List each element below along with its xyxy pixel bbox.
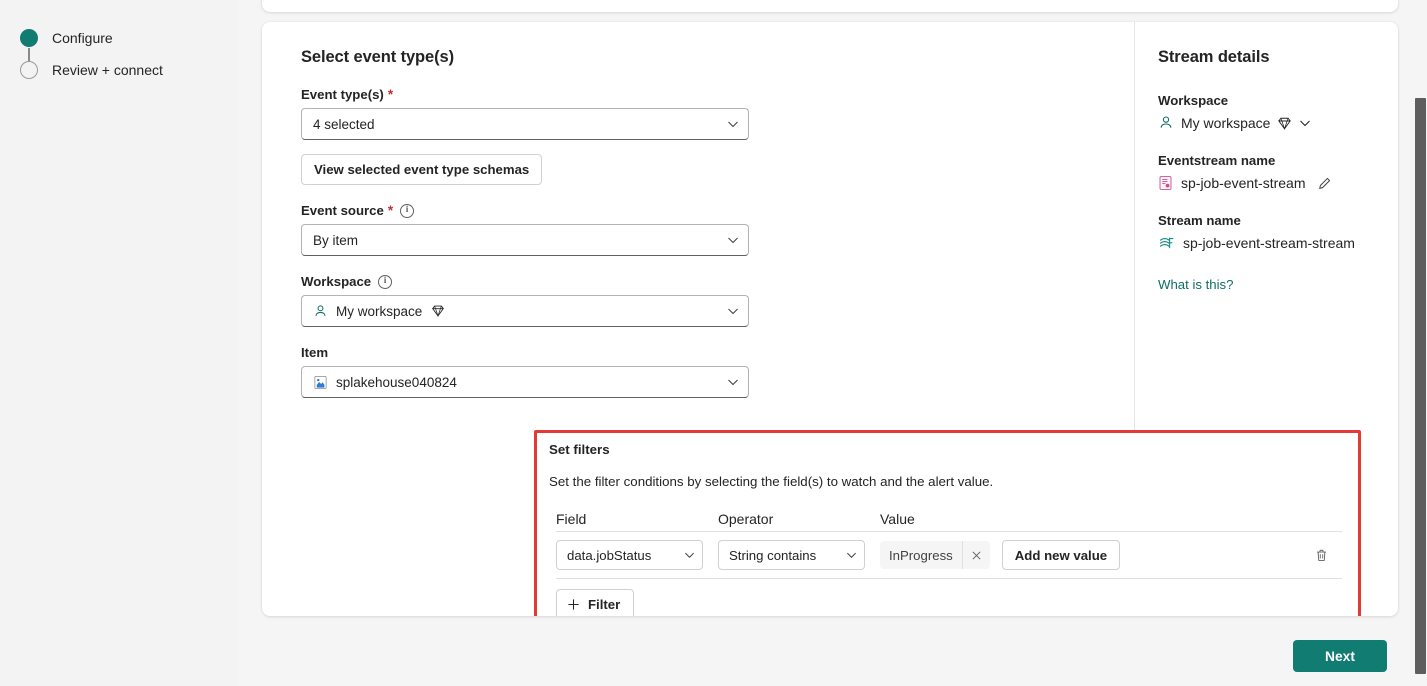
set-filters-panel: Set filters Set the filter conditions by… bbox=[534, 430, 1361, 616]
detail-value-stream-name: sp-job-event-stream-stream bbox=[1158, 235, 1398, 251]
chevron-down-icon bbox=[727, 305, 739, 317]
filters-table: Field Operator Value data.jobStatus Stri… bbox=[556, 506, 1342, 616]
detail-workspace: Workspace My workspace bbox=[1158, 93, 1398, 131]
content-area: Select event type(s) Event type(s) * 4 s… bbox=[238, 0, 1427, 686]
required-asterisk: * bbox=[387, 203, 394, 218]
field-label-text: Workspace bbox=[301, 274, 372, 289]
field-label-text: Event source bbox=[301, 203, 384, 218]
filters-table-header: Field Operator Value bbox=[556, 506, 1342, 532]
set-filters-title: Set filters bbox=[549, 442, 610, 457]
info-icon[interactable]: i bbox=[400, 203, 415, 218]
filter-field-value: data.jobStatus bbox=[567, 547, 652, 563]
previous-card-partial bbox=[262, 0, 1398, 12]
next-button[interactable]: Next bbox=[1293, 640, 1387, 672]
item-label: Item bbox=[301, 345, 1134, 360]
edit-pencil-icon[interactable] bbox=[1317, 176, 1332, 191]
add-filter-row: Filter bbox=[556, 579, 1342, 616]
premium-diamond-icon bbox=[1277, 116, 1292, 131]
event-types-dropdown[interactable]: 4 selected bbox=[301, 108, 749, 140]
detail-eventstream: Eventstream name sp-job-event-stream bbox=[1158, 153, 1398, 191]
view-selected-event-type-schemas-button[interactable]: View selected event type schemas bbox=[301, 154, 543, 185]
detail-value-eventstream: sp-job-event-stream bbox=[1158, 175, 1398, 191]
chevron-down-icon bbox=[846, 550, 857, 561]
wizard-step-label: Configure bbox=[52, 30, 113, 46]
event-types-value: 4 selected bbox=[313, 116, 375, 132]
required-asterisk: * bbox=[387, 87, 394, 102]
item-value: splakehouse040824 bbox=[336, 374, 457, 390]
wizard-step-label: Review + connect bbox=[52, 62, 163, 78]
delete-filter-trash-icon[interactable] bbox=[1306, 540, 1336, 570]
step-complete-icon bbox=[20, 29, 38, 47]
filter-operator-value: String contains bbox=[729, 547, 817, 563]
scrollbar-thumb[interactable] bbox=[1415, 98, 1426, 674]
add-filter-button[interactable]: Filter bbox=[556, 589, 635, 616]
stream-details-title: Stream details bbox=[1158, 48, 1270, 66]
event-types-label: Event type(s) * bbox=[301, 87, 1134, 102]
filter-operator-cell: String contains bbox=[718, 540, 880, 570]
what-is-this-link[interactable]: What is this? bbox=[1158, 277, 1234, 292]
chevron-down-icon bbox=[727, 234, 739, 246]
detail-stream-name: Stream name sp-job-event-stream-stream bbox=[1158, 213, 1398, 251]
event-source-value: By item bbox=[313, 232, 359, 248]
filter-operator-dropdown[interactable]: String contains bbox=[718, 540, 865, 570]
add-new-value-button[interactable]: Add new value bbox=[1001, 540, 1121, 570]
wizard-steps: Configure Review + connect bbox=[20, 22, 163, 86]
stream-name-text: sp-job-event-stream-stream bbox=[1183, 235, 1355, 251]
workspace-label: Workspace i bbox=[301, 274, 1134, 289]
filter-field-cell: data.jobStatus bbox=[556, 540, 718, 570]
info-icon[interactable]: i bbox=[378, 274, 393, 289]
column-header-value: Value bbox=[880, 511, 915, 527]
workspace-person-icon bbox=[313, 304, 328, 319]
field-label-text: Event type(s) bbox=[301, 87, 384, 102]
detail-label-stream-name: Stream name bbox=[1158, 213, 1241, 228]
wizard-rail: Configure Review + connect bbox=[0, 0, 238, 686]
chevron-down-icon bbox=[727, 118, 739, 130]
vertical-scrollbar[interactable] bbox=[1414, 0, 1427, 686]
add-filter-label: Filter bbox=[588, 597, 621, 612]
detail-label-workspace: Workspace bbox=[1158, 93, 1229, 108]
filter-value-text: InProgress bbox=[889, 547, 953, 563]
filter-field-dropdown[interactable]: data.jobStatus bbox=[556, 540, 703, 570]
plus-icon bbox=[567, 598, 580, 611]
eventstream-icon bbox=[1158, 175, 1174, 191]
column-header-operator: Operator bbox=[718, 511, 774, 527]
wizard-step-review-connect[interactable]: Review + connect bbox=[20, 54, 163, 86]
filter-value-tag: InProgress bbox=[880, 541, 990, 569]
item-dropdown[interactable]: splakehouse040824 bbox=[301, 366, 749, 398]
event-source-dropdown[interactable]: By item bbox=[301, 224, 749, 256]
workspace-dropdown[interactable]: My workspace bbox=[301, 295, 749, 327]
eventstream-name-text: sp-job-event-stream bbox=[1181, 175, 1306, 191]
workspace-name-text: My workspace bbox=[1181, 115, 1271, 131]
workspace-value: My workspace bbox=[336, 303, 423, 319]
field-label-text: Item bbox=[301, 345, 329, 360]
step-pending-icon bbox=[20, 61, 38, 79]
lakehouse-icon bbox=[313, 375, 328, 390]
page-title: Select event type(s) bbox=[301, 48, 454, 66]
set-filters-description: Set the filter conditions by selecting t… bbox=[549, 474, 994, 489]
chevron-down-icon bbox=[727, 376, 739, 388]
filter-value-cell: InProgress Add new value bbox=[880, 540, 1342, 570]
remove-value-close-icon[interactable] bbox=[961, 541, 990, 569]
workspace-person-icon bbox=[1158, 115, 1174, 131]
chevron-down-icon bbox=[684, 550, 695, 561]
event-source-label: Event source * i bbox=[301, 203, 1134, 218]
detail-label-eventstream: Eventstream name bbox=[1158, 153, 1276, 168]
configure-card: Select event type(s) Event type(s) * 4 s… bbox=[262, 22, 1398, 616]
page-root: Configure Review + connect Select event … bbox=[0, 0, 1427, 686]
stream-wave-icon bbox=[1158, 235, 1176, 251]
detail-value-workspace[interactable]: My workspace bbox=[1158, 115, 1398, 131]
chevron-down-icon[interactable] bbox=[1299, 117, 1311, 129]
wizard-step-configure[interactable]: Configure bbox=[20, 22, 163, 68]
column-header-field: Field bbox=[556, 511, 587, 527]
filter-row: data.jobStatus String contains InProgres… bbox=[556, 532, 1342, 579]
premium-diamond-icon bbox=[431, 304, 445, 318]
